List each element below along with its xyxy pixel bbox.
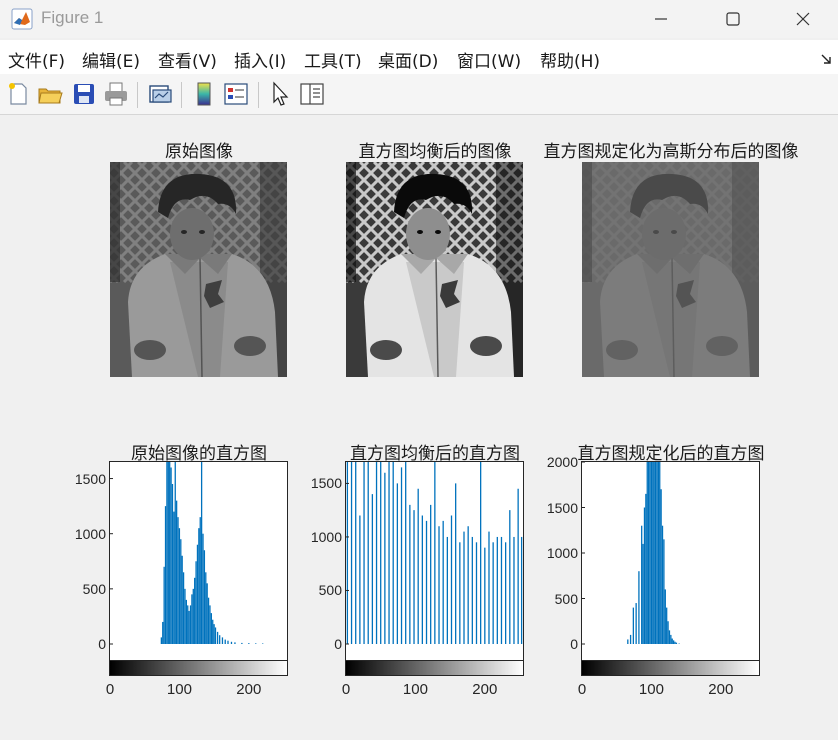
photo-render <box>346 162 523 377</box>
menu-file[interactable]: 文件(F) <box>8 47 65 72</box>
close-icon <box>796 12 810 26</box>
x-tick-label: 0 <box>341 681 351 698</box>
y-tick-label: 1500 <box>546 499 578 516</box>
menu-desktop[interactable]: 桌面(D) <box>378 47 438 72</box>
y-tick-label: 1000 <box>310 528 342 545</box>
new-figure-icon[interactable] <box>4 80 32 108</box>
image-title-equalized: 直方图均衡后的图像 <box>358 142 512 162</box>
histogram-plot <box>582 462 680 645</box>
insert-colorbar-icon[interactable] <box>190 80 218 108</box>
histogram-plot <box>110 462 264 645</box>
histogram-axes-specified[interactable] <box>581 461 760 661</box>
y-tick-label: 1500 <box>310 475 342 492</box>
figure-toolbar <box>0 74 838 115</box>
photo-render <box>582 162 759 377</box>
menu-window[interactable]: 窗口(W) <box>457 47 521 72</box>
window-title-bar: Figure 1 <box>0 0 838 38</box>
menu-view[interactable]: 查看(V) <box>158 47 217 72</box>
grayscale-colorbar-equalized <box>345 660 524 676</box>
minimize-icon <box>655 18 667 20</box>
print-icon[interactable] <box>102 80 130 108</box>
toolbar-separator <box>258 82 259 108</box>
grayscale-colorbar-specified <box>581 660 760 676</box>
specified-image <box>582 162 759 377</box>
x-tick-label: 200 <box>236 681 262 698</box>
insert-legend-icon[interactable] <box>222 80 250 108</box>
image-title-specified: 直方图规定化为高斯分布后的图像 <box>543 142 799 162</box>
y-tick-label: 1000 <box>74 525 106 542</box>
dock-arrow-icon[interactable] <box>820 53 832 65</box>
x-tick-label: 100 <box>638 681 664 698</box>
close-button[interactable] <box>770 0 838 38</box>
window-title: Figure 1 <box>41 8 104 27</box>
matlab-logo-icon <box>11 8 33 30</box>
y-tick-label: 500 <box>82 580 106 597</box>
x-tick-label: 200 <box>472 681 498 698</box>
y-tick-label: 500 <box>318 582 342 599</box>
edit-plot-arrow-icon[interactable] <box>266 80 294 108</box>
menu-edit[interactable]: 编辑(E) <box>82 47 140 72</box>
y-tick-label: 1500 <box>74 470 106 487</box>
image-title-original: 原始图像 <box>165 142 233 162</box>
y-tick-label: 0 <box>98 636 106 652</box>
histogram-axes-equalized[interactable] <box>345 461 524 661</box>
x-tick-label: 0 <box>105 681 115 698</box>
x-tick-label: 100 <box>402 681 428 698</box>
maximize-icon <box>726 12 740 26</box>
save-icon[interactable] <box>70 80 98 108</box>
menu-insert[interactable]: 插入(I) <box>234 47 286 72</box>
y-tick-label: 500 <box>554 590 578 607</box>
menu-tools[interactable]: 工具(T) <box>304 47 362 72</box>
toolbar-separator <box>181 82 182 108</box>
open-file-icon[interactable] <box>36 80 64 108</box>
menu-help[interactable]: 帮助(H) <box>540 47 600 72</box>
photo-render <box>110 162 287 377</box>
link-plot-icon[interactable] <box>146 80 174 108</box>
maximize-button[interactable] <box>700 0 770 38</box>
x-tick-label: 200 <box>708 681 734 698</box>
y-tick-label: 2000 <box>546 454 578 470</box>
menu-bar: 文件(F) 编辑(E) 查看(V) 插入(I) 工具(T) 桌面(D) 窗口(W… <box>0 40 838 74</box>
y-tick-label: 0 <box>334 636 342 652</box>
histogram-axes-original[interactable] <box>109 461 288 661</box>
y-tick-label: 0 <box>570 636 578 652</box>
toolbar-separator <box>137 82 138 108</box>
minimize-button[interactable] <box>628 0 698 38</box>
grayscale-colorbar-original <box>109 660 288 676</box>
x-tick-label: 100 <box>166 681 192 698</box>
equalized-image <box>346 162 523 377</box>
histogram-plot <box>346 462 523 645</box>
original-image <box>110 162 287 377</box>
property-inspector-icon[interactable] <box>298 80 326 108</box>
x-tick-label: 0 <box>577 681 587 698</box>
y-tick-label: 1000 <box>546 545 578 561</box>
